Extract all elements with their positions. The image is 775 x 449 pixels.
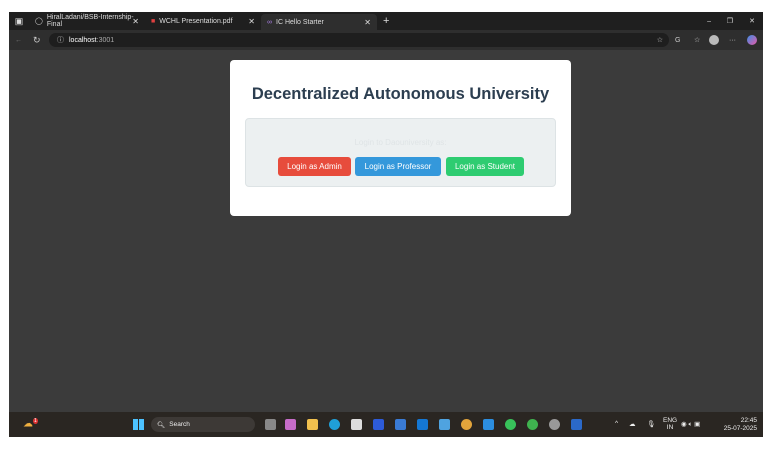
login-student-button[interactable]: Login as Student	[446, 157, 524, 176]
address-bar-row: ← ↻ ⓘ localhost:3001 ☆ G ☆ ···	[9, 30, 763, 50]
back-icon[interactable]: ←	[15, 37, 22, 44]
app-l-icon[interactable]	[373, 419, 384, 430]
tab-actions-icon[interactable]: ▣	[9, 16, 29, 27]
app-icon[interactable]	[395, 419, 406, 430]
close-tab-icon[interactable]: ✕	[132, 17, 139, 26]
pdf-icon: ■	[151, 17, 156, 25]
tab-bar: ▣ ◯ HiralLadani/BSB-Internship-Final ✕ ■ WC…	[9, 12, 763, 30]
login-professor-button[interactable]: Login as Professor	[355, 157, 441, 176]
new-tab-icon[interactable]: +	[383, 15, 389, 27]
login-prompt: Login to Daouniversity as:	[354, 138, 447, 147]
tab-pdf[interactable]: ■ WCHL Presentation.pdf ✕	[145, 13, 261, 29]
page-content: Decentralized Autonomous University Logi…	[9, 50, 763, 412]
word-icon[interactable]	[571, 419, 582, 430]
taskbar-search[interactable]: 🔍︎ Search	[151, 417, 255, 432]
start-icon[interactable]	[133, 419, 144, 430]
login-card: Decentralized Autonomous University Logi…	[230, 60, 571, 216]
onedrive-icon[interactable]: ☁	[629, 420, 636, 428]
refresh-icon[interactable]: ↻	[33, 35, 41, 46]
edge-icon[interactable]	[329, 419, 340, 430]
weather-icon[interactable]: ☁1	[23, 418, 38, 429]
extensions-icon[interactable]: G	[675, 37, 680, 44]
close-tab-icon[interactable]: ✕	[248, 17, 255, 26]
store-icon[interactable]	[351, 419, 362, 430]
whatsapp-icon[interactable]	[505, 419, 516, 430]
url-input[interactable]: ⓘ localhost:3001 ☆	[49, 33, 669, 47]
notepad-icon[interactable]	[439, 419, 450, 430]
github-icon: ◯	[35, 18, 43, 25]
search-icon: 🔍︎	[157, 421, 166, 429]
close-tab-icon[interactable]: ✕	[364, 18, 371, 27]
screen: ▣ ◯ HiralLadani/BSB-Internship-Final ✕ ■ WC…	[9, 12, 763, 437]
tab-github[interactable]: ◯ HiralLadani/BSB-Internship-Final ✕	[29, 13, 145, 29]
language-indicator[interactable]: ENG IN	[663, 417, 677, 431]
outlook-icon[interactable]	[417, 419, 428, 430]
copilot-app-icon[interactable]	[285, 419, 296, 430]
login-admin-button[interactable]: Login as Admin	[278, 157, 351, 176]
chrome-profile-icon[interactable]	[527, 419, 538, 430]
task-view-icon[interactable]	[265, 419, 276, 430]
taskbar: ☁1 🔍︎ Search ^ ☁ 🎙︎ ENG IN ◉ 🔈︎ ▣ 22:45 25-…	[9, 412, 763, 437]
page-title: Decentralized Autonomous University	[251, 85, 550, 103]
favorites-icon[interactable]: ☆	[694, 36, 700, 44]
minimize-icon[interactable]: –	[707, 18, 711, 25]
clock[interactable]: 22:45 25-07-2025	[724, 417, 757, 433]
tab-ic-hello-starter[interactable]: ∞ IC Hello Starter ✕	[261, 14, 377, 30]
copilot-icon[interactable]	[747, 35, 757, 45]
settings-icon[interactable]	[549, 419, 560, 430]
login-panel: Login to Daouniversity as: Login as Admi…	[245, 118, 556, 187]
infinity-icon: ∞	[267, 18, 272, 26]
profile-avatar[interactable]	[709, 35, 719, 45]
info-icon: ⓘ	[57, 37, 64, 44]
more-icon[interactable]: ···	[729, 37, 736, 44]
favorite-star-icon[interactable]: ☆	[657, 36, 663, 44]
wifi-volume-battery-icon[interactable]: ◉ 🔈︎ ▣	[681, 420, 700, 429]
microphone-icon[interactable]: 🎙︎	[647, 420, 655, 428]
chrome-icon[interactable]	[461, 419, 472, 430]
close-window-icon[interactable]: ✕	[749, 17, 755, 25]
file-explorer-icon[interactable]	[307, 419, 318, 430]
chevron-up-icon[interactable]: ^	[615, 420, 618, 427]
vscode-icon[interactable]	[483, 419, 494, 430]
restore-icon[interactable]: ❐	[727, 17, 733, 25]
